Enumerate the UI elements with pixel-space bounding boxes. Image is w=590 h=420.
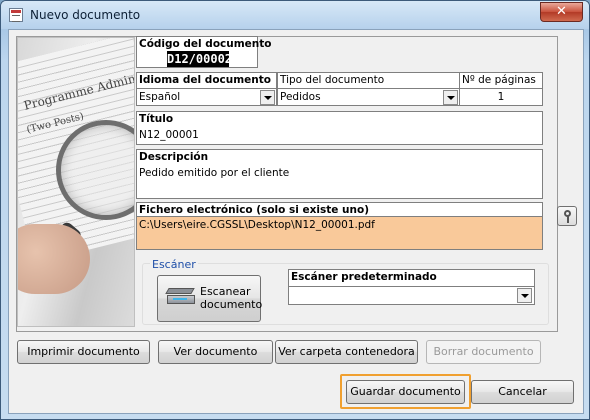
language-label: Idioma del documento bbox=[139, 74, 272, 86]
default-scanner-dropdown-icon[interactable] bbox=[517, 288, 532, 303]
pages-value: 1 bbox=[497, 91, 505, 103]
code-label: Código del documento bbox=[139, 38, 272, 50]
title-value: N12_00001 bbox=[139, 129, 199, 141]
language-dropdown-icon[interactable] bbox=[260, 90, 275, 105]
hand-graphic bbox=[18, 224, 90, 294]
language-value: Español bbox=[139, 91, 181, 103]
window-title: Nuevo documento bbox=[30, 8, 141, 22]
title-label: Título bbox=[139, 113, 174, 125]
cancel-button[interactable]: Cancelar bbox=[471, 380, 574, 404]
description-label: Descripción bbox=[139, 151, 209, 163]
doc-type-label: Tipo del documento bbox=[280, 74, 385, 86]
scanner-group-label: Escáner bbox=[150, 258, 198, 271]
description-value: Pedido emitido por el cliente bbox=[139, 167, 290, 179]
file-label: Fichero electrónico (solo si existe uno) bbox=[139, 204, 370, 216]
dialog-window: Nuevo documento ✕ Programme Adminis (Two… bbox=[0, 0, 590, 420]
form-icon bbox=[9, 8, 23, 22]
document-photo: Programme Adminis (Two Posts) bbox=[17, 37, 135, 327]
print-document-button[interactable]: Imprimir documento bbox=[17, 340, 150, 364]
dialog-body: Programme Adminis (Two Posts) Código del… bbox=[8, 29, 584, 414]
pages-label: Nº de páginas bbox=[462, 74, 536, 86]
key-button[interactable] bbox=[557, 206, 577, 226]
scan-document-button[interactable]: Escanear documento bbox=[157, 275, 263, 322]
close-button[interactable]: ✕ bbox=[540, 2, 583, 22]
scan-button-label-line1: Escanear bbox=[200, 285, 251, 298]
code-value[interactable]: D12/00002 bbox=[167, 51, 232, 67]
delete-document-button[interactable]: Borrar documento bbox=[426, 340, 541, 364]
default-scanner-label: Escáner predeterminado bbox=[291, 271, 437, 283]
doc-type-dropdown-icon[interactable] bbox=[443, 90, 458, 105]
default-scanner-select[interactable] bbox=[288, 286, 535, 305]
file-path-value: C:\Users\eire.CGSSL\Desktop\N12_00001.pd… bbox=[139, 219, 375, 231]
view-document-button[interactable]: Ver documento bbox=[158, 340, 273, 364]
title-bar[interactable]: Nuevo documento ✕ bbox=[1, 1, 589, 29]
save-document-button[interactable]: Guardar documento bbox=[346, 380, 465, 404]
view-folder-button[interactable]: Ver carpeta contenedora bbox=[275, 340, 418, 364]
scanner-icon bbox=[165, 288, 195, 306]
scan-button-label-line2: documento bbox=[200, 298, 263, 311]
doc-type-value: Pedidos bbox=[280, 91, 321, 103]
